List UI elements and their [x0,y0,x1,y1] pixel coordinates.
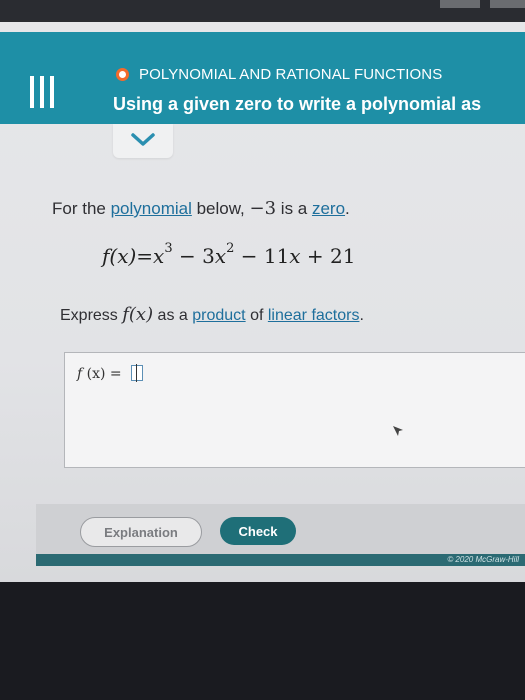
instruction-text: of [245,307,268,324]
product-link[interactable]: product [192,307,245,324]
instruction: Express f(x) as a product of linear fact… [60,304,364,325]
answer-label: f (x) = [77,364,144,382]
answer-label-rest: (x) = [82,366,127,382]
equation-exponent: 3 [164,241,173,257]
screen: POLYNOMIAL AND RATIONAL FUNCTIONS Using … [0,22,525,582]
chevron-down-icon [131,133,155,146]
linear-factors-link[interactable]: linear factors [268,307,360,324]
equation-var: x [214,244,227,268]
equation-term: − 11 [234,244,290,268]
instruction-text: . [359,307,364,324]
action-bar: Explanation Check [36,504,525,558]
hamburger-menu-icon[interactable] [22,74,62,110]
topic-label: POLYNOMIAL AND RATIONAL FUNCTIONS [139,66,443,83]
bezel-mark [490,0,525,8]
prompt-text: is a [276,199,312,218]
topic-status-dot-icon [116,68,129,81]
equation-exponent: 2 [226,241,235,257]
answer-input-area[interactable]: f (x) = [64,352,525,468]
topic-heading: POLYNOMIAL AND RATIONAL FUNCTIONS [116,66,442,83]
prompt-text: For the [52,199,111,218]
instruction-text: as a [153,307,193,324]
lesson-title: Using a given zero to write a polynomial… [113,94,482,114]
equation-term: − 3 [172,244,215,268]
explanation-button[interactable]: Explanation [80,517,202,547]
prompt-text: below, [191,199,250,218]
equation-var: x [153,244,165,268]
polynomial-link[interactable]: polynomial [111,199,192,218]
equation-term: + 21 [300,244,356,268]
polynomial-equation: f(x)=x3 − 3x2 − 11x + 21 [102,241,356,268]
zero-value: −3 [249,198,277,219]
bezel-mark [440,0,480,8]
device-bezel-top [0,0,525,22]
function-name: f(x) [122,304,154,325]
expand-toggle[interactable] [113,124,173,158]
zero-link[interactable]: zero [312,199,345,218]
mouse-cursor-icon [393,426,403,436]
prompt-text: . [345,199,350,218]
problem-prompt: For the polynomial below, −3 is a zero. [52,198,350,219]
answer-slot[interactable] [131,364,144,382]
copyright: © 2020 McGraw-Hill [447,555,519,564]
footer-bar: © 2020 McGraw-Hill [36,554,525,566]
device-bezel-bottom [0,582,525,700]
equation-var: x [289,244,301,268]
check-button[interactable]: Check [220,517,296,545]
instruction-text: Express [60,307,123,324]
equation-lhs: f(x)= [102,244,154,268]
